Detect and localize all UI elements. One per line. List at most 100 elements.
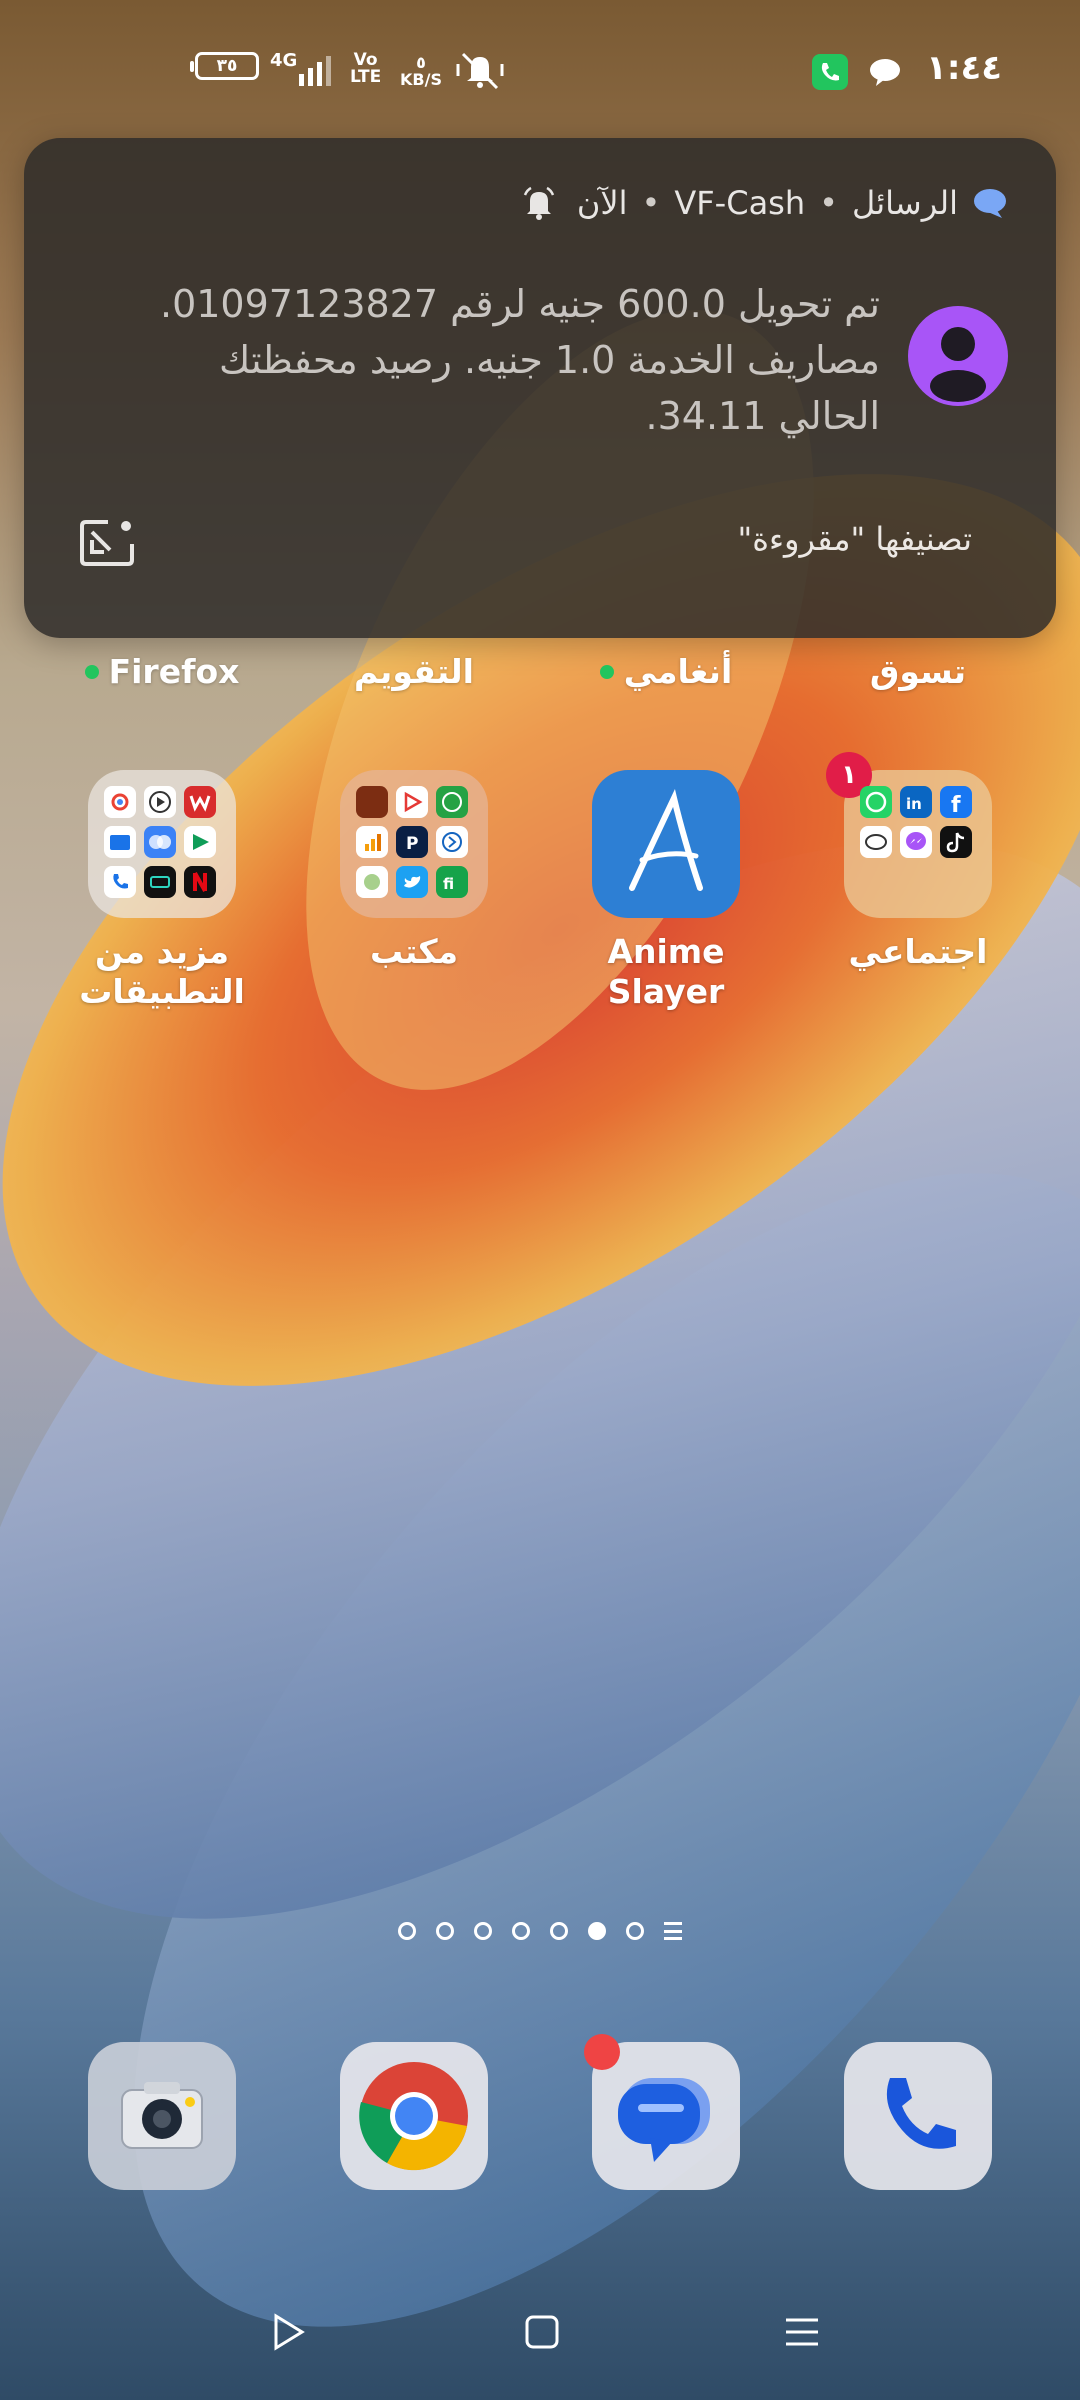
page-dot[interactable] [512,1922,530,1940]
page-dot[interactable] [474,1922,492,1940]
keyboard-icon [144,866,176,898]
svg-text:fi: fi [443,875,454,893]
home-button[interactable] [520,2310,564,2358]
chrome-icon [359,2062,468,2171]
back-button[interactable] [266,2310,310,2358]
network-speed: ٥ KB/S [400,53,442,89]
play-games-icon [184,826,216,858]
notification-header: الرسائل • VF-Cash • الآن [521,184,1008,222]
status-bar: ٣٥ 4G Vo LTE ٥ KB/S ١:٤٤ [0,0,1080,140]
app-label: مزيد من التطبيقات [79,932,245,1011]
dock-camera[interactable] [88,2042,236,2190]
fiverr-icon: fi [436,866,468,898]
app-anghami[interactable]: أنغامي [566,652,766,691]
camera-icon [121,2082,203,2149]
notification-time: الآن [576,184,628,222]
folder-icon: P fi [340,770,488,918]
svg-text:in: in [906,795,922,813]
new-dot [84,664,99,679]
app-calendar[interactable]: التقويم [314,652,514,691]
facebook-icon: f [940,786,972,818]
play-icon [396,786,428,818]
folder-social[interactable]: ١ in f اجتماعي [818,752,1018,972]
notification-sender: VF-Cash [674,184,806,222]
phone-icon [886,2078,956,2149]
folder-more-apps[interactable]: مزيد من التطبيقات [62,770,262,1012]
empty-slot [860,866,892,898]
phone-icon [104,866,136,898]
app-label: Anime Slayer [607,932,725,1011]
folder-icon [88,770,236,918]
recents-icon [786,2318,818,2346]
app-label: تسوق [869,652,967,691]
network-type: 4G [270,50,298,71]
tiktok-icon [940,826,972,858]
unread-dot [584,2034,620,2070]
app-label: التقويم [354,652,474,691]
player-icon [144,786,176,818]
app-firefox[interactable]: Firefox [62,652,262,691]
page-dot[interactable] [626,1922,644,1940]
page-dot[interactable] [550,1922,568,1940]
dock-messages[interactable] [584,2034,740,2190]
bell-icon [523,186,555,220]
toggle-icon [144,826,176,858]
messages-icon [974,189,1006,218]
page-dot[interactable] [436,1922,454,1940]
svg-text:f: f [951,793,961,818]
globe-icon [356,866,388,898]
linkedin-icon: in [900,786,932,818]
folder-icon: ١ in f [826,752,992,918]
app-anime-slayer[interactable]: Anime Slayer [566,770,766,1012]
analytics-icon [356,826,388,858]
avatar [908,306,1008,406]
netflix-icon [184,866,216,898]
app-label: أنغامي [623,652,733,691]
home-icon [525,2315,559,2349]
messenger-icon [900,826,932,858]
files-icon [104,826,136,858]
volte-icon: Vo LTE [350,50,382,87]
page-indicator[interactable] [0,1922,1080,1940]
expand-icon[interactable] [78,518,136,568]
twitter-icon [396,866,428,898]
paypal-icon: P [396,826,428,858]
app-drawer-icon[interactable] [664,1922,682,1940]
app-shopping[interactable]: تسوق [818,652,1018,691]
remote-icon [436,826,468,858]
battery-icon: ٣٥ [190,52,259,80]
google-lens-icon [104,786,136,818]
new-dot [599,664,614,679]
dock-chrome[interactable] [340,2042,488,2190]
bank-icon [356,786,388,818]
chat-icon [870,59,900,86]
top-app-labels: Firefox التقويم أنغامي تسوق [0,652,1080,702]
notification-body: تم تحويل 600.0 جنيه لرقم 01097123827. مص… [159,282,880,438]
app-label: Firefox [108,652,240,691]
app-label: مكتب [369,932,459,971]
empty-slot [900,866,932,898]
navigation-bar [0,2300,1080,2370]
page-dot-active[interactable] [588,1922,606,1940]
wps-icon [184,786,216,818]
app-label: اجتماعي [848,932,988,971]
call-icon [812,54,848,90]
whatsapp-icon [860,786,892,818]
clock: ١:٤٤ [926,48,1002,88]
separator: • [819,184,838,222]
signal-icon [299,56,331,86]
notification-app: الرسائل [852,184,958,222]
separator: • [641,184,661,222]
page-dot[interactable] [398,1922,416,1940]
back-icon [274,2313,305,2351]
mute-icon [456,52,504,90]
notification-card[interactable]: الرسائل • VF-Cash • الآن تم تحويل 600.0 … [24,138,1056,638]
imo-icon [860,826,892,858]
dock-phone[interactable] [844,2042,992,2190]
empty-slot [940,866,972,898]
mark-as-read-button[interactable]: تصنيفها "مقروءة" [737,520,972,558]
recents-button[interactable] [780,2310,824,2358]
anime-slayer-icon [592,770,740,918]
folder-office[interactable]: P fi مكتب [314,770,514,972]
svg-text:P: P [406,834,418,854]
